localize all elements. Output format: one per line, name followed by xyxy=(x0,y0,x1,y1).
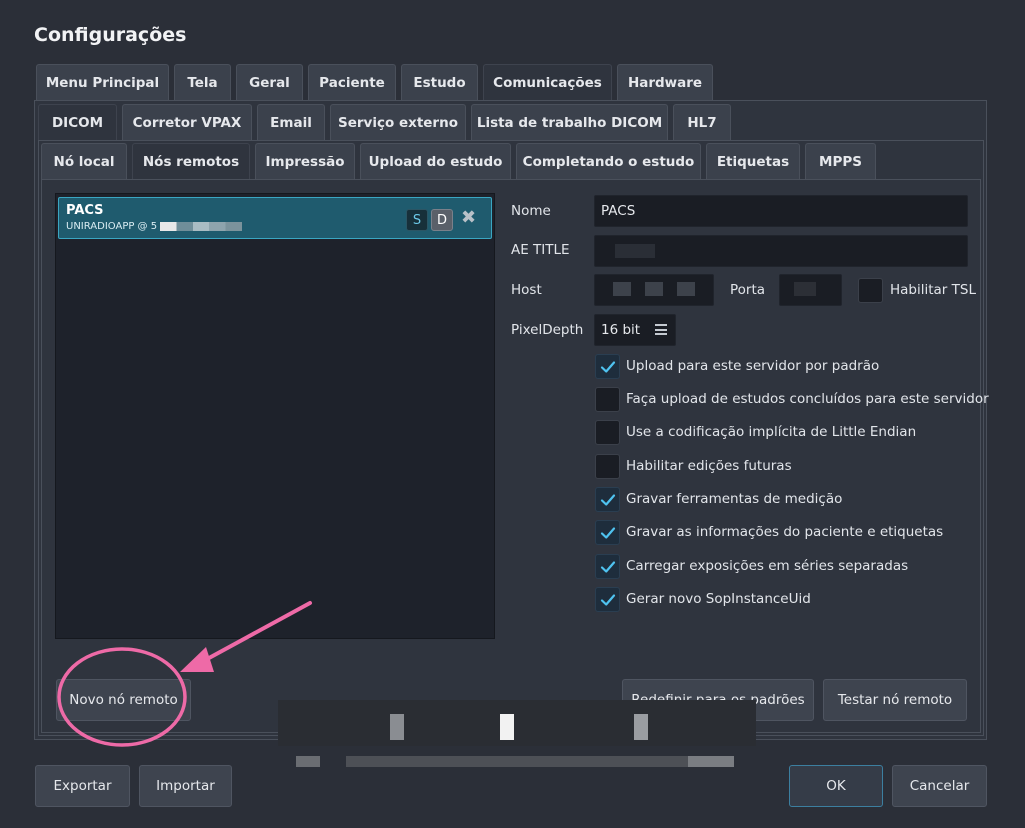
list-icon xyxy=(655,324,667,335)
d-badge-button[interactable]: D xyxy=(431,209,453,231)
option-label: Use a codificação implícita de Little En… xyxy=(626,424,917,440)
tab-paciente[interactable]: Paciente xyxy=(308,64,396,100)
option-label: Gerar novo SopInstanceUid xyxy=(626,591,811,607)
host-field[interactable] xyxy=(594,274,714,306)
tab-no-local[interactable]: Nó local xyxy=(41,143,127,179)
ok-button[interactable]: OK xyxy=(789,765,883,807)
tab-comunicacoes[interactable]: Comunicações xyxy=(483,64,612,100)
tab-upload-estudo[interactable]: Upload do estudo xyxy=(360,143,511,179)
list-item[interactable]: PACS UNIRADIOAPP @ 5 S D ✖ xyxy=(58,197,492,239)
checkmark-icon xyxy=(600,526,615,539)
tab-hl7[interactable]: HL7 xyxy=(673,104,731,140)
tab-estudo[interactable]: Estudo xyxy=(401,64,478,100)
aetitle-field[interactable] xyxy=(594,235,968,267)
new-remote-node-button[interactable]: Novo nó remoto xyxy=(56,679,191,721)
host-label: Host xyxy=(511,282,542,298)
page-title: Configurações xyxy=(34,24,187,46)
import-button[interactable]: Importar xyxy=(139,765,232,807)
tab-hardware[interactable]: Hardware xyxy=(617,64,713,100)
tab-completando-estudo[interactable]: Completando o estudo xyxy=(516,143,701,179)
pixeldepth-label: PixelDepth xyxy=(511,322,584,338)
s-badge-button[interactable]: S xyxy=(406,209,428,231)
tab-menu-principal[interactable]: Menu Principal xyxy=(36,64,169,100)
pixeldepth-select[interactable]: 16 bit xyxy=(594,314,676,346)
port-field[interactable] xyxy=(779,274,842,306)
tab-servico-externo[interactable]: Serviço externo xyxy=(330,104,466,140)
tab-geral[interactable]: Geral xyxy=(236,64,303,100)
checkmark-icon xyxy=(600,360,615,373)
tab-tela[interactable]: Tela xyxy=(174,64,231,100)
option-label: Faça upload de estudos concluídos para e… xyxy=(626,391,989,407)
port-label: Porta xyxy=(730,282,766,298)
checkmark-icon xyxy=(600,560,615,573)
remote-node-name: PACS xyxy=(66,203,104,218)
tls-checkbox[interactable] xyxy=(858,278,883,303)
option-checkbox[interactable] xyxy=(595,354,620,379)
aetitle-label: AE TITLE xyxy=(511,242,570,258)
tab-email[interactable]: Email xyxy=(257,104,325,140)
option-checkbox[interactable] xyxy=(595,420,620,445)
option-label: Upload para este servidor por padrão xyxy=(626,358,880,374)
option-label: Carregar exposições em séries separadas xyxy=(626,558,909,574)
test-remote-node-button[interactable]: Testar nó remoto xyxy=(823,679,967,721)
option-checkbox[interactable] xyxy=(595,587,620,612)
tab-impressao[interactable]: Impressão xyxy=(255,143,355,179)
option-label: Gravar as informações do paciente e etiq… xyxy=(626,524,944,540)
remote-node-address: UNIRADIOAPP @ 5 xyxy=(66,221,243,232)
cancel-button[interactable]: Cancelar xyxy=(892,765,987,807)
option-checkbox[interactable] xyxy=(595,454,620,479)
redacted-overlay xyxy=(278,700,756,772)
option-checkbox[interactable] xyxy=(595,554,620,579)
checkmark-icon xyxy=(600,493,615,506)
tab-dicom[interactable]: DICOM xyxy=(38,104,117,140)
tab-nos-remotos[interactable]: Nós remotos xyxy=(132,143,250,179)
close-icon[interactable]: ✖ xyxy=(461,207,476,228)
option-checkbox[interactable] xyxy=(595,520,620,545)
tab-corretor-vpax[interactable]: Corretor VPAX xyxy=(122,104,252,140)
name-label: Nome xyxy=(511,203,551,219)
export-button[interactable]: Exportar xyxy=(35,765,130,807)
option-checkbox[interactable] xyxy=(595,487,620,512)
tab-mpps[interactable]: MPPS xyxy=(805,143,876,179)
option-label: Habilitar edições futuras xyxy=(626,458,792,474)
pixeldepth-value: 16 bit xyxy=(601,322,641,338)
tab-etiquetas[interactable]: Etiquetas xyxy=(706,143,800,179)
option-checkbox[interactable] xyxy=(595,387,620,412)
tab-lista-trabalho-dicom[interactable]: Lista de trabalho DICOM xyxy=(471,104,668,140)
option-label: Gravar ferramentas de medição xyxy=(626,491,843,507)
remote-node-list: PACS UNIRADIOAPP @ 5 S D ✖ xyxy=(55,193,495,639)
name-field[interactable]: PACS xyxy=(594,195,968,227)
tls-label: Habilitar TSL xyxy=(890,282,976,298)
checkmark-icon xyxy=(600,593,615,606)
